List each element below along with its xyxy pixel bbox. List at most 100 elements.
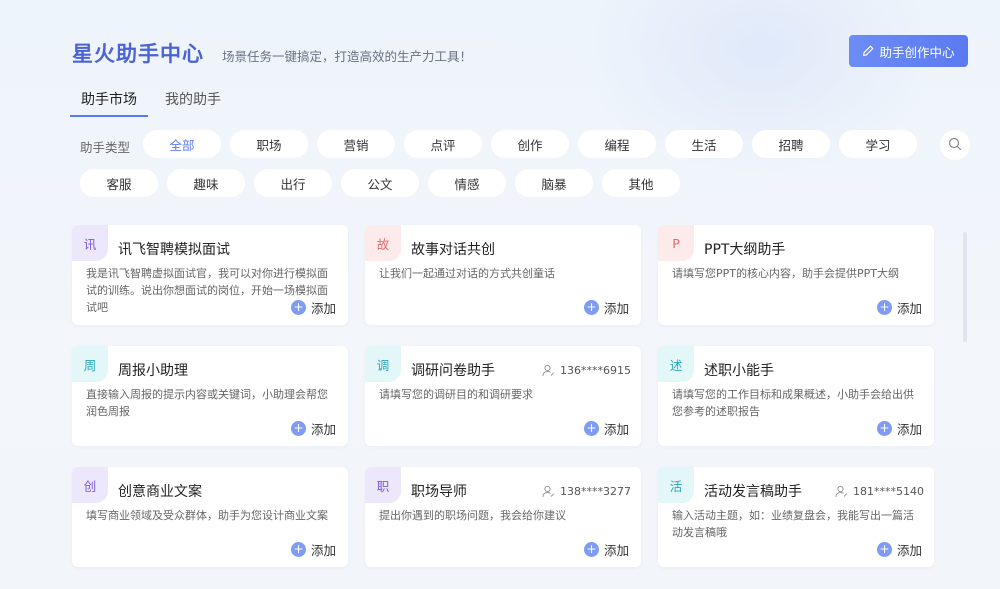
card-badge: 述 [658,346,694,382]
filter-chip-travel[interactable]: 出行 [254,169,332,197]
edit-icon [862,45,874,57]
add-assistant-button[interactable]: + 添加 [876,298,922,317]
add-label: 添加 [603,301,629,316]
plus-icon: + [583,542,599,557]
creator-center-label: 助手创作中心 [879,44,955,60]
card-badge: 调 [365,346,401,382]
filter-chip-programming[interactable]: 编程 [578,130,656,158]
user-icon [542,485,555,498]
card-title: 创意商业文案 [118,484,202,500]
filter-chip-brainstorm[interactable]: 脑暴 [515,169,593,197]
user-icon [542,364,555,377]
card-description: 请填写您的调研目的和调研要求 [379,388,533,401]
scrollbar-thumb[interactable] [963,232,967,342]
card-description: 请填写您的工作目标和成果概述，小助手会给出供您参考的述职报告 [672,388,914,418]
card-badge: 活 [658,467,694,503]
assistant-center-page: 星火助手中心 场景任务一键搞定，打造高效的生产力工具！ 助手创作中心 助手市场 … [0,0,1000,589]
card-title: 活动发言稿助手 [704,484,802,500]
card-badge: 创 [72,467,108,503]
page-subtitle: 场景任务一键搞定，打造高效的生产力工具！ [222,49,473,64]
assistant-card[interactable]: 故 故事对话共创 让我们一起通过对话的方式共创童话 + 添加 [365,225,641,325]
add-assistant-button[interactable]: + 添加 [583,298,629,317]
card-badge: 故 [365,225,401,261]
add-label: 添加 [603,543,629,558]
card-title: PPT大纲助手 [704,242,786,258]
card-badge: 周 [72,346,108,382]
add-assistant-button[interactable]: + 添加 [583,540,629,559]
card-badge: 讯 [72,225,108,261]
assistant-card[interactable]: 述 述职小能手 请填写您的工作目标和成果概述，小助手会给出供您参考的述职报告 +… [658,346,934,446]
card-author: 181****5140 [835,485,924,498]
add-label: 添加 [603,422,629,437]
page-header: 星火助手中心 场景任务一键搞定，打造高效的生产力工具！ [72,38,472,68]
add-assistant-button[interactable]: + 添加 [876,540,922,559]
plus-icon: + [290,300,306,315]
filter-chip-marketing[interactable]: 营销 [317,130,395,158]
main-tabs: 助手市场 我的助手 [70,86,238,117]
plus-icon: + [290,421,306,436]
assistant-card[interactable]: 周 周报小助理 直接输入周报的提示内容或关键词，小助理会帮您润色周报 + 添加 [72,346,348,446]
card-description: 直接输入周报的提示内容或关键词，小助理会帮您润色周报 [86,388,328,418]
creator-center-button[interactable]: 助手创作中心 [849,35,968,67]
assistant-card[interactable]: 调 调研问卷助手 136****6915 请填写您的调研目的和调研要求 + 添加 [365,346,641,446]
add-label: 添加 [310,543,336,558]
filter-chip-official-doc[interactable]: 公文 [341,169,419,197]
filter-chip-all[interactable]: 全部 [143,130,221,158]
tab-my-assistants[interactable]: 我的助手 [154,86,232,115]
search-icon [948,136,962,155]
add-assistant-button[interactable]: + 添加 [876,419,922,438]
add-label: 添加 [896,422,922,437]
card-author: 138****3277 [542,485,631,498]
filter-chip-review[interactable]: 点评 [404,130,482,158]
filter-chip-study[interactable]: 学习 [839,130,917,158]
add-label: 添加 [896,301,922,316]
filter-label: 助手类型 [80,140,131,155]
assistant-card[interactable]: 创 创意商业文案 填写商业领域及受众群体，助手为您设计商业文案 + 添加 [72,467,348,567]
add-assistant-button[interactable]: + 添加 [583,419,629,438]
card-badge: P [658,225,694,261]
card-title: 周报小助理 [118,363,188,379]
plus-icon: + [876,542,892,557]
plus-icon: + [583,421,599,436]
assistant-card[interactable]: P PPT大纲助手 请填写您PPT的核心内容，助手会提供PPT大纲 + 添加 [658,225,934,325]
add-assistant-button[interactable]: + 添加 [290,298,336,317]
card-title: 讯飞智聘模拟面试 [118,242,230,258]
filter-chip-emotion[interactable]: 情感 [428,169,506,197]
page-title: 星火助手中心 [72,42,204,66]
card-badge: 职 [365,467,401,503]
plus-icon: + [290,542,306,557]
card-description: 输入活动主题，如：业绩复盘会，我能写出一篇活动发言稿哦 [672,509,914,539]
filter-search-button[interactable] [940,130,970,160]
filter-chip-recruit[interactable]: 招聘 [752,130,830,158]
add-label: 添加 [310,301,336,316]
assistant-card[interactable]: 活 活动发言稿助手 181****5140 输入活动主题，如：业绩复盘会，我能写… [658,467,934,567]
card-description: 提出你遇到的职场问题，我会给你建议 [379,509,566,522]
author-phone: 138****3277 [560,485,631,498]
assistant-card[interactable]: 职 职场导师 138****3277 提出你遇到的职场问题，我会给你建议 + 添加 [365,467,641,567]
filter-chip-life[interactable]: 生活 [665,130,743,158]
card-description: 请填写您PPT的核心内容，助手会提供PPT大纲 [672,267,899,280]
filter-chip-fun[interactable]: 趣味 [167,169,245,197]
card-title: 调研问卷助手 [411,363,495,379]
filter-chip-creation[interactable]: 创作 [491,130,569,158]
plus-icon: + [876,300,892,315]
card-title: 职场导师 [411,484,467,500]
card-author: 136****6915 [542,364,631,377]
author-phone: 136****6915 [560,364,631,377]
add-label: 添加 [310,422,336,437]
add-assistant-button[interactable]: + 添加 [290,419,336,438]
assistant-card[interactable]: 讯 讯飞智聘模拟面试 我是讯飞智聘虚拟面试官，我可以对你进行模拟面试的训练。说出… [72,225,348,325]
card-description: 填写商业领域及受众群体，助手为您设计商业文案 [86,509,328,522]
plus-icon: + [876,421,892,436]
filter-chip-workplace[interactable]: 职场 [230,130,308,158]
author-phone: 181****5140 [853,485,924,498]
card-title: 述职小能手 [704,363,774,379]
card-title: 故事对话共创 [411,242,495,258]
add-label: 添加 [896,543,922,558]
user-icon [835,485,848,498]
plus-icon: + [583,300,599,315]
tab-assistant-market[interactable]: 助手市场 [70,86,148,117]
filter-chip-service[interactable]: 客服 [80,169,158,197]
add-assistant-button[interactable]: + 添加 [290,540,336,559]
filter-chip-other[interactable]: 其他 [602,169,680,197]
